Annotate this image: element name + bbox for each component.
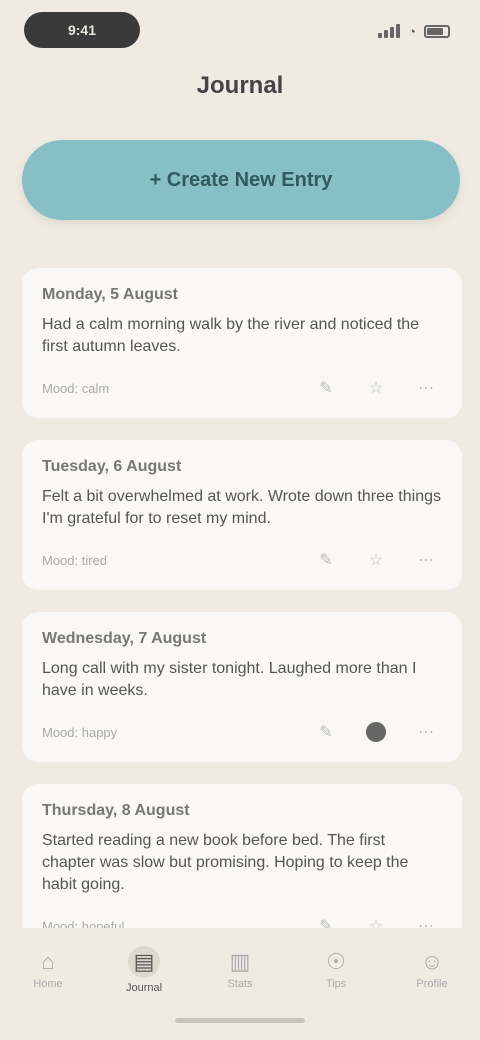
tab-tips[interactable]: ☉ Tips	[301, 938, 371, 1002]
tab-label: Journal	[125, 982, 163, 994]
star-icon[interactable]: ☆	[360, 544, 392, 576]
status-indicators: ◔	[378, 20, 450, 42]
entry-date: Tuesday, 6 August	[42, 458, 182, 475]
entry-meta: Mood: tired	[42, 552, 108, 568]
entry-list: Monday, 5 August Had a calm morning walk…	[22, 268, 462, 928]
star-icon[interactable]: ☆	[360, 372, 392, 404]
entry-card[interactable]: Wednesday, 7 August Long call with my si…	[22, 612, 462, 762]
tab-label: Home	[33, 978, 63, 990]
battery-icon	[424, 24, 450, 38]
star-icon[interactable]: ☆	[360, 910, 392, 928]
entry-meta: Mood: hopeful	[42, 918, 125, 929]
tab-journal[interactable]: ▤ Journal	[109, 938, 179, 1002]
more-icon[interactable]: ⋯	[410, 716, 442, 748]
more-icon[interactable]: ⋯	[410, 910, 442, 928]
entry-date: Monday, 5 August	[42, 286, 178, 303]
home-indicator	[175, 1018, 305, 1023]
home-icon: ⌂	[41, 949, 55, 974]
wifi-icon: ◔	[408, 23, 416, 39]
entry-date: Thursday, 8 August	[42, 802, 190, 819]
edit-icon[interactable]: ✎	[310, 910, 342, 928]
user-icon: ☺	[420, 949, 444, 974]
status-bar: 9:41 ◔	[0, 0, 480, 60]
entry-text: Long call with my sister tonight. Laughe…	[42, 660, 417, 699]
entry-text: Started reading a new book before bed. T…	[42, 832, 409, 893]
page-title: Journal	[196, 72, 284, 99]
bulb-icon: ☉	[326, 949, 346, 974]
book-icon: ▤	[128, 946, 160, 978]
tab-home[interactable]: ⌂ Home	[13, 938, 83, 1002]
bottom-tab-bar: ⌂ Home ▤ Journal ▥ Stats ☉ Tips ☺ Profil…	[0, 930, 480, 1010]
create-entry-button[interactable]: + Create New Entry	[22, 140, 460, 220]
tab-label: Profile	[416, 978, 448, 990]
edit-icon[interactable]: ✎	[310, 716, 342, 748]
tab-label: Tips	[325, 978, 347, 990]
entry-meta: Mood: happy	[42, 724, 118, 740]
tab-label: Stats	[227, 978, 253, 990]
chart-icon: ▥	[229, 949, 251, 974]
entry-card[interactable]: Thursday, 8 August Started reading a new…	[22, 784, 462, 928]
more-icon[interactable]: ⋯	[410, 372, 442, 404]
edit-icon[interactable]: ✎	[310, 544, 342, 576]
entry-card[interactable]: Tuesday, 6 August Felt a bit overwhelmed…	[22, 440, 462, 590]
entry-date: Wednesday, 7 August	[42, 630, 207, 647]
status-time: 9:41	[24, 12, 140, 48]
record-dot-icon[interactable]	[360, 716, 392, 748]
entry-card[interactable]: Monday, 5 August Had a calm morning walk…	[22, 268, 462, 418]
tab-profile[interactable]: ☺ Profile	[397, 938, 467, 1002]
edit-icon[interactable]: ✎	[310, 372, 342, 404]
more-icon[interactable]: ⋯	[410, 544, 442, 576]
entry-text: Had a calm morning walk by the river and…	[42, 316, 420, 355]
entry-meta: Mood: calm	[42, 380, 110, 396]
tab-stats[interactable]: ▥ Stats	[205, 938, 275, 1002]
signal-icon	[378, 24, 401, 38]
entry-text: Felt a bit overwhelmed at work. Wrote do…	[42, 488, 441, 527]
